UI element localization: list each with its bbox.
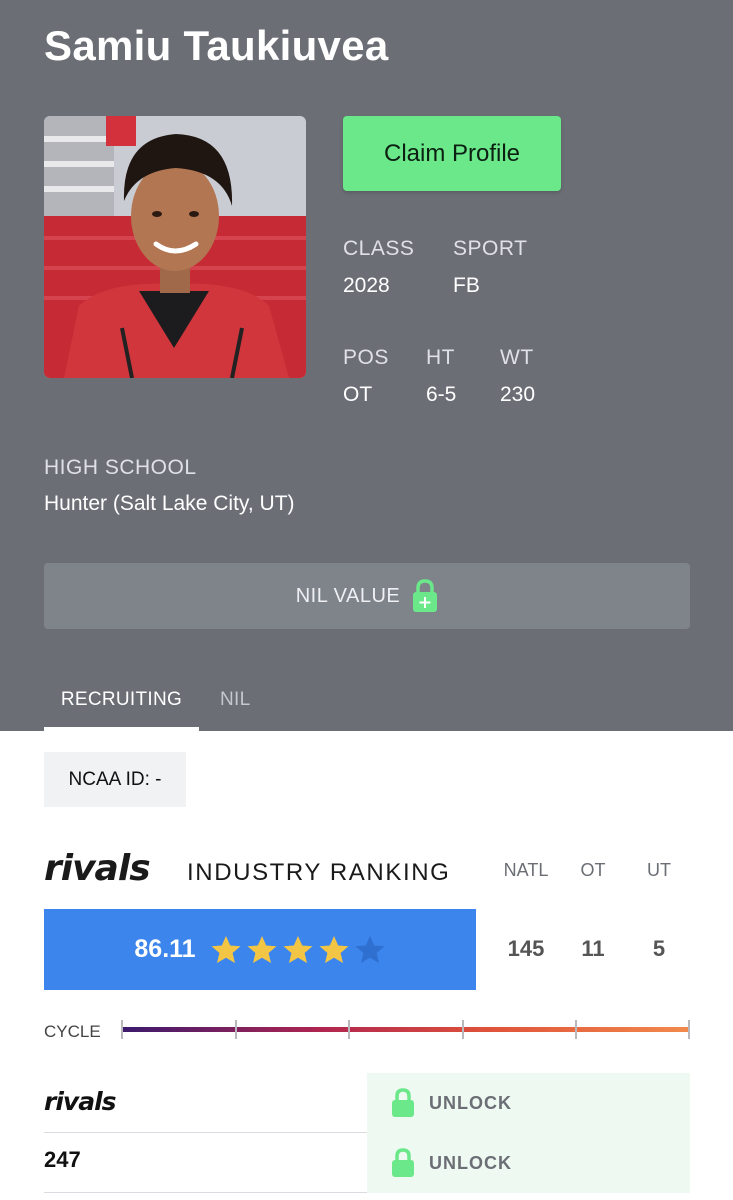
weight-label: WT bbox=[500, 346, 534, 369]
height-label: HT bbox=[426, 346, 455, 369]
position-value: OT bbox=[343, 383, 373, 406]
unlock-label: UNLOCK bbox=[429, 1152, 512, 1173]
tab-nil[interactable]: NIL bbox=[220, 686, 250, 731]
star-rating bbox=[210, 934, 386, 966]
class-value: 2028 bbox=[343, 274, 390, 297]
unlock-247-button[interactable]: UNLOCK bbox=[367, 1133, 690, 1193]
height-value: 6-5 bbox=[426, 383, 457, 406]
industry-ranking-title: INDUSTRY RANKING bbox=[187, 859, 451, 886]
cycle-label: CYCLE bbox=[44, 1022, 101, 1041]
unlock-rivals-button[interactable]: UNLOCK bbox=[367, 1073, 690, 1133]
rank-position-value: 11 bbox=[581, 936, 605, 961]
claim-profile-button[interactable]: Claim Profile bbox=[343, 116, 561, 191]
rivals-logo: rivals bbox=[44, 848, 151, 889]
cycle-timeline bbox=[121, 1027, 690, 1032]
rank-state-label: UT bbox=[647, 860, 671, 880]
rating-score: 86.11 bbox=[134, 935, 196, 963]
rank-position-label: OT bbox=[580, 860, 606, 880]
player-photo bbox=[44, 116, 306, 378]
sport-value: FB bbox=[453, 274, 480, 297]
cycle-tick bbox=[688, 1020, 690, 1039]
rank-national-value: 145 bbox=[507, 936, 545, 961]
rating-bar: 86.11 bbox=[44, 909, 476, 990]
service-row-rivals: rivals UNLOCK bbox=[44, 1073, 690, 1133]
high-school-value: Hunter (Salt Lake City, UT) bbox=[44, 492, 295, 515]
tab-recruiting[interactable]: RECRUITING bbox=[44, 686, 199, 731]
star-empty-icon bbox=[355, 935, 385, 963]
player-name: Samiu Taukiuvea bbox=[44, 22, 389, 69]
rivals-service-logo: rivals bbox=[44, 1087, 117, 1116]
247-service-name: 247 bbox=[44, 1147, 81, 1172]
profile-header: Samiu Taukiuvea Claim Profile CLASS 2028… bbox=[0, 0, 733, 731]
cycle-tick bbox=[462, 1020, 464, 1039]
ncaa-id-badge: NCAA ID: - bbox=[44, 752, 186, 807]
rank-state-value: 5 bbox=[652, 936, 666, 961]
cycle-tick bbox=[235, 1020, 237, 1039]
high-school-label: HIGH SCHOOL bbox=[44, 456, 197, 479]
class-label: CLASS bbox=[343, 237, 415, 260]
nil-value-button[interactable]: NIL VALUE bbox=[44, 563, 690, 629]
lock-icon bbox=[392, 1088, 414, 1117]
cycle-tick bbox=[121, 1020, 123, 1039]
lock-icon bbox=[392, 1148, 414, 1177]
sport-label: SPORT bbox=[453, 237, 528, 260]
star-filled-icon bbox=[283, 935, 313, 963]
position-label: POS bbox=[343, 346, 389, 369]
unlock-label: UNLOCK bbox=[429, 1092, 512, 1113]
cycle-tick bbox=[575, 1020, 577, 1039]
nil-value-label: NIL VALUE bbox=[295, 584, 401, 607]
star-filled-icon bbox=[211, 935, 241, 963]
star-filled-icon bbox=[247, 935, 277, 963]
player-photo-image bbox=[44, 116, 306, 378]
service-row-247: 247 UNLOCK bbox=[44, 1133, 690, 1193]
lock-plus-icon bbox=[413, 579, 438, 612]
rank-national-label: NATL bbox=[503, 860, 549, 880]
cycle-tick bbox=[348, 1020, 350, 1039]
star-filled-icon bbox=[319, 935, 349, 963]
weight-value: 230 bbox=[500, 383, 536, 406]
